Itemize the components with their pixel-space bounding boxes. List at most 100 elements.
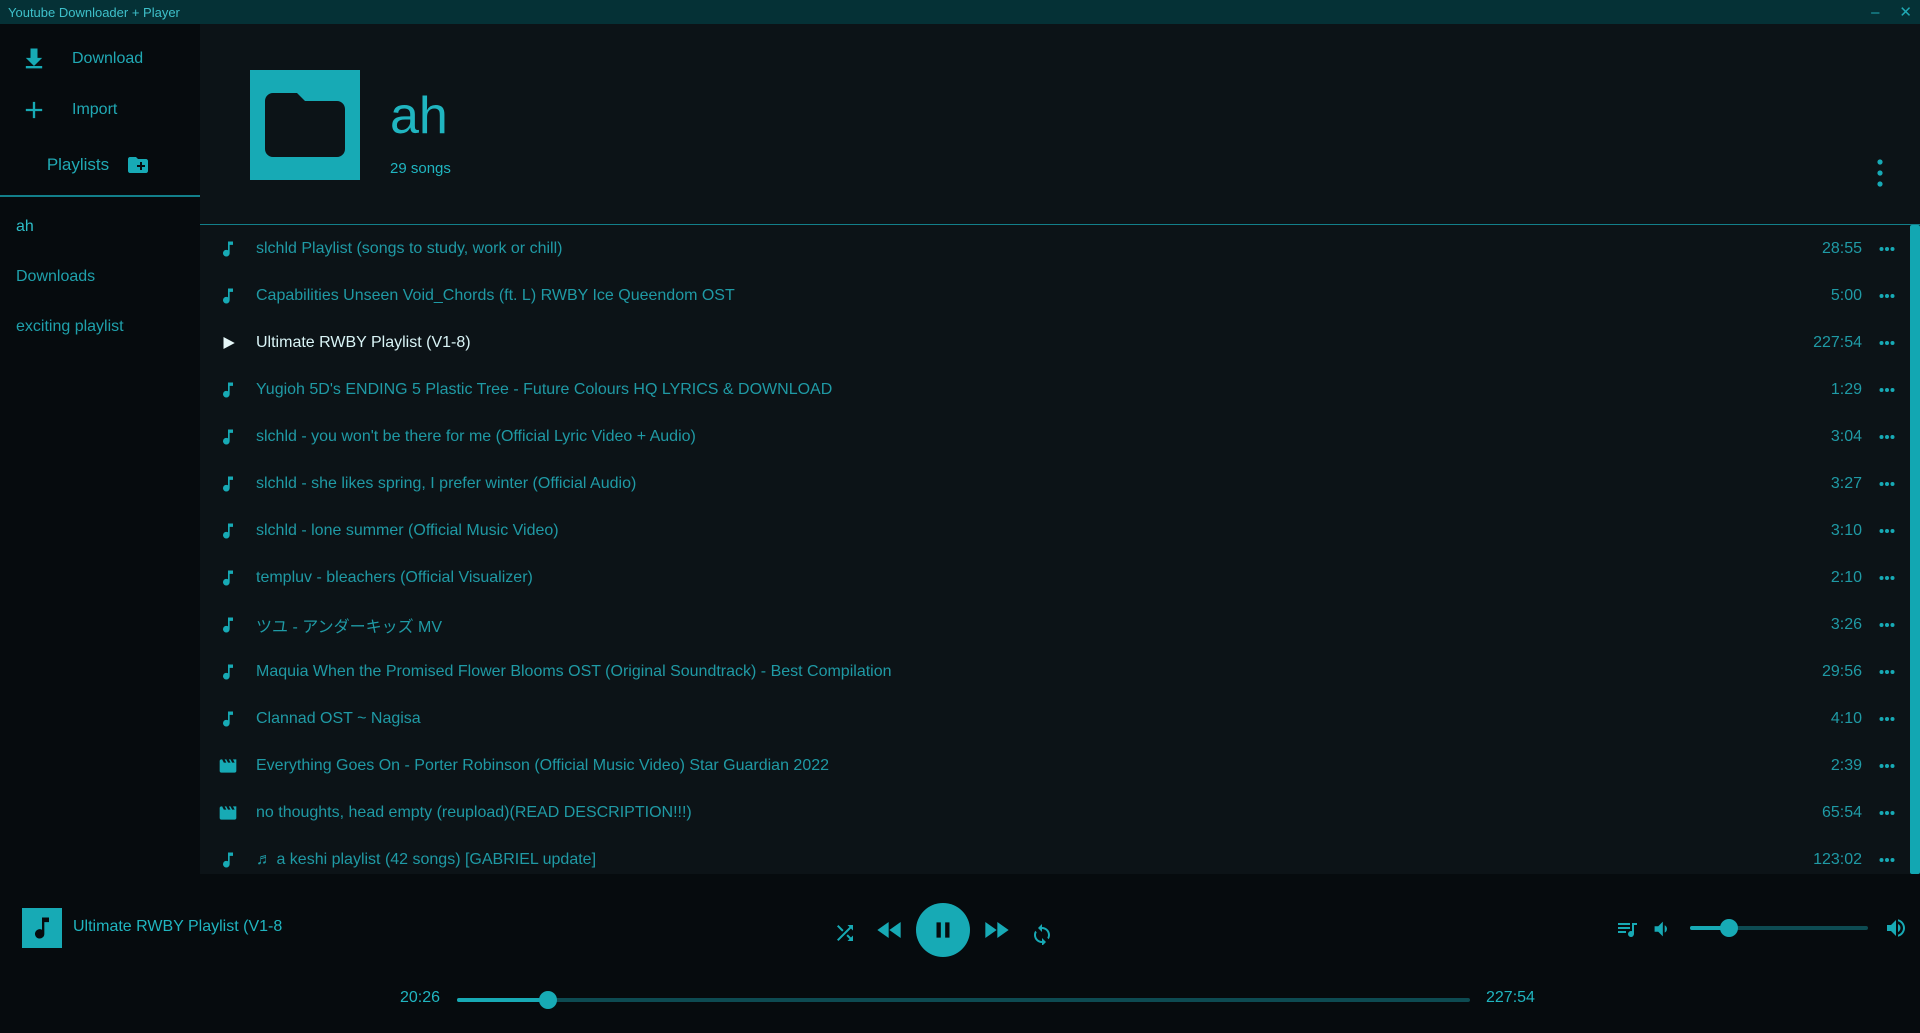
music-note-icon bbox=[216, 613, 240, 637]
plus-icon bbox=[25, 101, 43, 118]
song-row[interactable]: slchld Playlist (songs to study, work or… bbox=[200, 225, 1910, 272]
playlist-cover bbox=[250, 70, 360, 180]
song-title: slchld - you won't be there for me (Offi… bbox=[256, 427, 696, 445]
music-note-icon bbox=[216, 284, 240, 308]
song-row[interactable]: slchld - lone summer (Official Music Vid… bbox=[200, 507, 1910, 554]
song-title: slchld Playlist (songs to study, work or… bbox=[256, 239, 563, 257]
song-row[interactable]: templuv - bleachers (Official Visualizer… bbox=[200, 554, 1910, 601]
more-options-icon[interactable] bbox=[1876, 709, 1898, 729]
song-title: ツユ - アンダーキッズ MV bbox=[256, 618, 443, 636]
song-duration: 3:26 bbox=[1830, 615, 1862, 633]
song-title: slchld - she likes spring, I prefer wint… bbox=[256, 474, 637, 492]
fast-forward-icon bbox=[985, 922, 1009, 938]
rewind-icon bbox=[877, 922, 901, 938]
playlist-title: ah bbox=[390, 87, 448, 145]
main-panel: ah 29 songs slchld Playlist (songs to st… bbox=[200, 24, 1920, 874]
song-row[interactable]: ツユ - アンダーキッズ MV 3:26 bbox=[200, 601, 1910, 648]
song-duration: 2:10 bbox=[1830, 568, 1862, 586]
song-title: slchld - lone summer (Official Music Vid… bbox=[256, 521, 559, 539]
more-options-icon[interactable] bbox=[1876, 568, 1898, 588]
song-duration: 4:10 bbox=[1830, 709, 1862, 727]
playlist-item[interactable]: Downloads bbox=[0, 252, 200, 302]
song-duration: 3:10 bbox=[1830, 521, 1862, 539]
download-icon bbox=[25, 48, 43, 68]
more-options-icon[interactable] bbox=[1876, 333, 1898, 353]
shuffle-icon bbox=[837, 925, 853, 941]
song-title: Yugioh 5D's ENDING 5 Plastic Tree - Futu… bbox=[256, 380, 833, 398]
more-options-icon[interactable] bbox=[1876, 474, 1898, 494]
song-duration: 5:00 bbox=[1830, 286, 1862, 304]
playlist-item[interactable]: exciting playlist bbox=[0, 302, 200, 352]
previous-button[interactable] bbox=[874, 914, 906, 946]
video-icon bbox=[216, 754, 240, 778]
player-bar: Ultimate RWBY Playlist (V1-8 20:26 227:5… bbox=[0, 874, 1920, 1033]
repeat-button[interactable] bbox=[1029, 920, 1055, 946]
minimize-button[interactable]: – bbox=[1871, 4, 1879, 21]
volume-up-icon bbox=[1887, 919, 1905, 937]
music-note-icon bbox=[35, 917, 49, 939]
song-duration: 65:54 bbox=[1821, 803, 1862, 821]
song-row[interactable]: no thoughts, head empty (reupload)(READ … bbox=[200, 789, 1910, 836]
now-playing-art bbox=[22, 908, 62, 948]
window-title: Youtube Downloader + Player bbox=[8, 4, 180, 20]
more-options-icon[interactable] bbox=[1876, 615, 1898, 635]
song-row[interactable]: slchld - you won't be there for me (Offi… bbox=[200, 413, 1910, 460]
song-row[interactable]: Yugioh 5D's ENDING 5 Plastic Tree - Futu… bbox=[200, 366, 1910, 413]
playlists-header: Playlists bbox=[0, 135, 200, 197]
more-options-icon[interactable] bbox=[1876, 286, 1898, 306]
scrollbar-thumb[interactable] bbox=[1910, 225, 1920, 874]
video-icon bbox=[216, 801, 240, 825]
song-title: Clannad OST ~ Nagisa bbox=[256, 709, 421, 727]
song-duration: 2:39 bbox=[1830, 756, 1862, 774]
song-row[interactable]: slchld - she likes spring, I prefer wint… bbox=[200, 460, 1910, 507]
music-note-icon bbox=[216, 566, 240, 590]
import-label: Import bbox=[72, 100, 118, 118]
volume-up-button[interactable] bbox=[1882, 914, 1910, 942]
music-note-icon bbox=[216, 519, 240, 543]
volume-down-button[interactable] bbox=[1648, 916, 1674, 942]
playlist-item[interactable]: ah bbox=[0, 202, 200, 252]
download-button[interactable]: Download bbox=[0, 33, 200, 84]
song-title: Ultimate RWBY Playlist (V1-8) bbox=[256, 333, 471, 351]
queue-button[interactable] bbox=[1614, 916, 1640, 942]
more-options-icon[interactable] bbox=[1876, 756, 1898, 776]
more-options-icon[interactable] bbox=[1876, 239, 1898, 259]
song-row[interactable]: Ultimate RWBY Playlist (V1-8) 227:54 bbox=[200, 319, 1910, 366]
close-button[interactable]: ✕ bbox=[1899, 3, 1912, 21]
music-note-icon bbox=[216, 848, 240, 872]
song-count: 29 songs bbox=[390, 160, 451, 177]
playlist-list: ah Downloads exciting playlist bbox=[0, 202, 200, 352]
new-playlist-folder-icon[interactable] bbox=[123, 153, 153, 177]
more-options-icon[interactable] bbox=[1876, 521, 1898, 541]
song-title: ♬ a keshi playlist (42 songs) [GABRIEL u… bbox=[256, 850, 597, 868]
more-options-icon[interactable] bbox=[1876, 427, 1898, 447]
song-row[interactable]: Maquia When the Promised Flower Blooms O… bbox=[200, 648, 1910, 695]
song-duration: 3:04 bbox=[1830, 427, 1862, 445]
more-options-icon[interactable] bbox=[1876, 803, 1898, 823]
song-row[interactable]: ♬ a keshi playlist (42 songs) [GABRIEL u… bbox=[200, 836, 1910, 874]
song-row[interactable]: Clannad OST ~ Nagisa 4:10 bbox=[200, 695, 1910, 742]
playlist-options-icon[interactable] bbox=[1876, 158, 1884, 188]
pause-button[interactable] bbox=[916, 903, 970, 957]
total-time: 227:54 bbox=[1486, 989, 1535, 1006]
play-icon bbox=[216, 331, 240, 355]
playlists-label: Playlists bbox=[46, 155, 110, 174]
song-list: slchld Playlist (songs to study, work or… bbox=[200, 225, 1910, 874]
music-note-icon bbox=[216, 425, 240, 449]
import-button[interactable]: Import bbox=[0, 84, 200, 135]
song-duration: 123:02 bbox=[1813, 850, 1862, 868]
song-row[interactable]: Everything Goes On - Porter Robinson (Of… bbox=[200, 742, 1910, 789]
next-button[interactable] bbox=[980, 914, 1012, 946]
progress-slider-handle[interactable] bbox=[538, 991, 557, 1009]
shuffle-button[interactable] bbox=[832, 920, 858, 946]
more-options-icon[interactable] bbox=[1876, 380, 1898, 400]
more-options-icon[interactable] bbox=[1876, 850, 1898, 870]
volume-slider-handle[interactable] bbox=[1720, 919, 1739, 937]
sidebar: Download Import Playlists ah Downloads exc… bbox=[0, 24, 200, 874]
repeat-icon bbox=[1034, 924, 1050, 945]
more-options-icon[interactable] bbox=[1876, 662, 1898, 682]
download-label: Download bbox=[72, 49, 144, 67]
progress-slider[interactable] bbox=[457, 998, 1470, 1002]
song-row[interactable]: Capabilities Unseen Void_Chords (ft. L) … bbox=[200, 272, 1910, 319]
pause-icon bbox=[936, 922, 950, 938]
